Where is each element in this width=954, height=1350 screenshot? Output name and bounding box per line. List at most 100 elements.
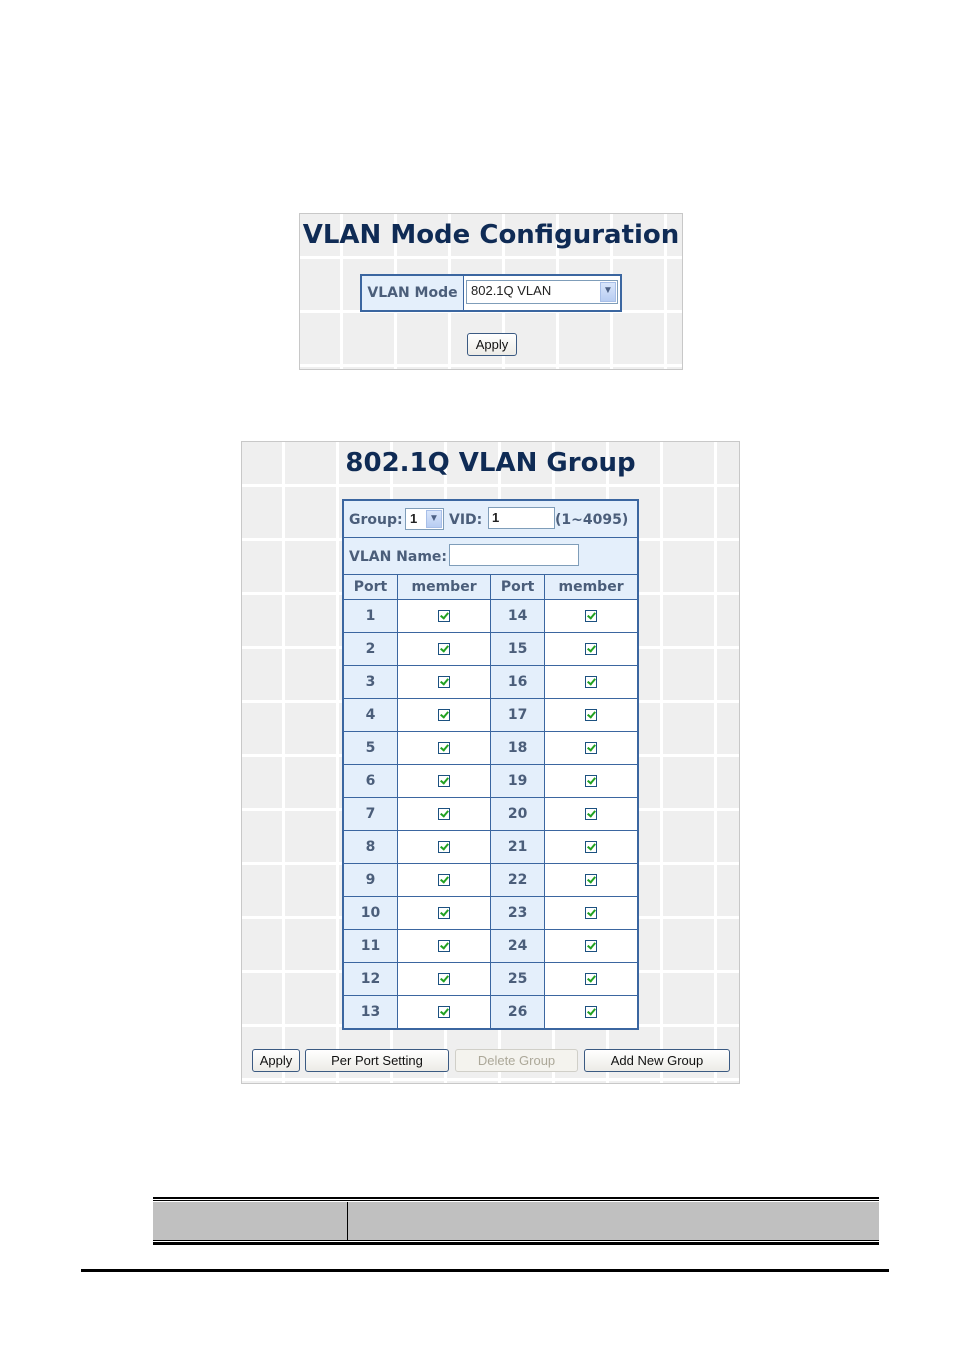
vlan-mode-value: 802.1Q VLAN: [471, 283, 552, 298]
vlan-mode-label: VLAN Mode: [362, 276, 464, 310]
member-checkbox[interactable]: [438, 643, 451, 655]
add-new-group-button[interactable]: Add New Group: [584, 1049, 730, 1072]
page-footer-rule: [81, 1269, 889, 1272]
member-cell: [396, 698, 492, 732]
member-checkbox[interactable]: [438, 676, 451, 688]
member-checkbox[interactable]: [585, 874, 598, 886]
member-cell: [396, 863, 492, 897]
member-checkbox[interactable]: [585, 1006, 598, 1018]
vlan-mode-apply-button[interactable]: Apply: [467, 333, 517, 356]
column-header-port: Port: [490, 575, 546, 600]
table-row: 2 15: [344, 632, 637, 666]
table-row: 9 22: [344, 863, 637, 897]
member-checkbox[interactable]: [438, 808, 451, 820]
document-table-header: [153, 1197, 879, 1245]
table-row: 5 18: [344, 731, 637, 765]
port-number: 12: [344, 962, 398, 996]
vlan-mode-panel: VLAN Mode Configuration VLAN Mode 802.1Q…: [299, 213, 683, 370]
member-checkbox[interactable]: [585, 775, 598, 787]
member-checkbox[interactable]: [585, 907, 598, 919]
member-cell: [544, 863, 637, 897]
member-cell: [396, 830, 492, 864]
member-checkbox[interactable]: [438, 775, 451, 787]
member-cell: [396, 995, 492, 1028]
member-checkbox[interactable]: [585, 841, 598, 853]
column-header-port: Port: [344, 575, 398, 600]
chevron-down-icon[interactable]: ▼: [426, 510, 442, 528]
member-checkbox[interactable]: [585, 808, 598, 820]
table-row: 11 24: [344, 929, 637, 963]
group-select[interactable]: 1 ▼: [405, 508, 444, 530]
member-cell: [396, 797, 492, 831]
vlan-group-title: 802.1Q VLAN Group: [345, 448, 636, 478]
port-number: 8: [344, 830, 398, 864]
port-number: 6: [344, 764, 398, 798]
vlan-mode-title: VLAN Mode Configuration: [302, 220, 680, 250]
table-rule: [153, 1240, 879, 1241]
member-checkbox[interactable]: [585, 973, 598, 985]
port-number: 24: [490, 929, 546, 963]
column-header-member: member: [544, 575, 637, 600]
vid-input[interactable]: 1: [488, 507, 555, 529]
member-cell: [396, 929, 492, 963]
member-cell: [396, 731, 492, 765]
member-cell: [396, 962, 492, 996]
member-cell: [544, 665, 637, 699]
member-checkbox[interactable]: [438, 709, 451, 721]
member-cell: [544, 896, 637, 930]
table-header-row: [153, 1202, 879, 1240]
table-rule: [153, 1200, 879, 1201]
table-row: 4 17: [344, 698, 637, 732]
vlan-group-panel: 802.1Q VLAN Group Group: 1 ▼ VID: 1 (1~4…: [241, 441, 740, 1084]
port-number: 13: [344, 995, 398, 1028]
vlan-mode-select[interactable]: 802.1Q VLAN ▼: [466, 280, 618, 304]
table-row: 1 14: [344, 599, 637, 633]
port-number: 16: [490, 665, 546, 699]
port-number: 14: [490, 599, 546, 633]
port-number: 5: [344, 731, 398, 765]
member-cell: [544, 962, 637, 996]
port-number: 9: [344, 863, 398, 897]
port-number: 18: [490, 731, 546, 765]
member-cell: [544, 698, 637, 732]
member-checkbox[interactable]: [585, 610, 598, 622]
member-checkbox[interactable]: [438, 610, 451, 622]
port-table-header: Port member Port member: [344, 575, 637, 600]
member-checkbox[interactable]: [438, 874, 451, 886]
port-number: 7: [344, 797, 398, 831]
table-row: 12 25: [344, 962, 637, 996]
member-checkbox[interactable]: [585, 709, 598, 721]
vlan-name-label: VLAN Name:: [349, 549, 448, 565]
port-number: 10: [344, 896, 398, 930]
per-port-setting-button[interactable]: Per Port Setting: [305, 1049, 449, 1072]
member-checkbox[interactable]: [438, 742, 451, 754]
table-row: 10 23: [344, 896, 637, 930]
port-number: 11: [344, 929, 398, 963]
vlan-name-input[interactable]: [449, 544, 579, 566]
member-cell: [396, 599, 492, 633]
member-cell: [544, 632, 637, 666]
column-divider: [347, 1202, 348, 1240]
member-checkbox[interactable]: [438, 973, 451, 985]
vlan-mode-row: VLAN Mode 802.1Q VLAN ▼: [360, 274, 622, 312]
port-number: 19: [490, 764, 546, 798]
member-cell: [396, 896, 492, 930]
member-checkbox[interactable]: [585, 643, 598, 655]
port-number: 4: [344, 698, 398, 732]
member-checkbox[interactable]: [585, 676, 598, 688]
member-checkbox[interactable]: [438, 841, 451, 853]
member-checkbox[interactable]: [438, 940, 451, 952]
table-rule: [153, 1242, 879, 1245]
chevron-down-icon[interactable]: ▼: [600, 282, 616, 302]
member-checkbox[interactable]: [438, 907, 451, 919]
port-number: 26: [490, 995, 546, 1028]
port-number: 3: [344, 665, 398, 699]
member-cell: [544, 599, 637, 633]
member-checkbox[interactable]: [585, 742, 598, 754]
port-number: 15: [490, 632, 546, 666]
port-member-table: Port member Port member 1 14 2 15 3 16 4 17 5 18 6…: [344, 575, 637, 1028]
member-checkbox[interactable]: [585, 940, 598, 952]
group-apply-button[interactable]: Apply: [252, 1049, 300, 1072]
member-checkbox[interactable]: [438, 1006, 451, 1018]
table-row: 6 19: [344, 764, 637, 798]
